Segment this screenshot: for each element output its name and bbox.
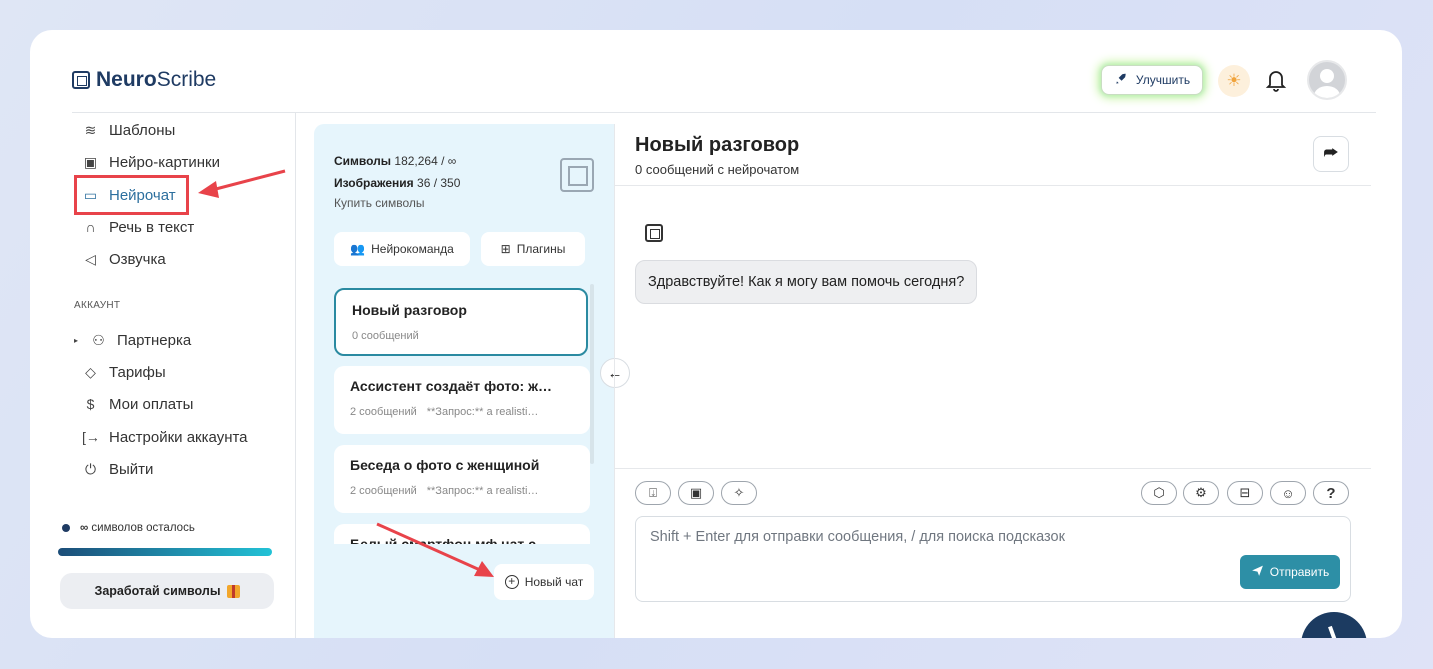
upgrade-button[interactable]: Улучшить xyxy=(1101,65,1203,95)
logo-icon xyxy=(560,158,594,192)
annotation-highlight-box xyxy=(74,175,189,215)
sidebar-item-payments[interactable]: $ Мои оплаты xyxy=(82,393,194,415)
send-icon xyxy=(1251,564,1264,580)
power-icon: ⏻ xyxy=(84,460,97,477)
status-dot xyxy=(62,524,70,532)
input-divider xyxy=(615,468,1371,469)
attach-image-button[interactable]: ▣ xyxy=(678,481,714,505)
support-fab-button[interactable] xyxy=(1301,612,1367,638)
logo-icon xyxy=(72,71,90,89)
account-section-label: АККАУНТ xyxy=(74,300,121,311)
bot-button[interactable]: ☺ xyxy=(1270,481,1306,505)
header-divider xyxy=(72,112,1376,113)
sidebar-item-partners[interactable]: ▸ ⚇ Партнерка xyxy=(72,329,191,351)
usage-stats: Символы 182,264 / ∞ Изображения 36 / 350 xyxy=(334,154,461,190)
dollar-icon: $ xyxy=(86,396,95,412)
plugin-button[interactable]: ⬡ xyxy=(1141,481,1177,505)
app-window: NeuroScribe Улучшить ☀ ≋ Шаблоны ▣ Нейро… xyxy=(30,30,1402,638)
headphones-icon: ∩ xyxy=(85,219,96,235)
symbols-remaining: ∞ символов осталось xyxy=(62,522,195,534)
chat-subtitle: 0 сообщений с нейрочатом xyxy=(635,162,800,177)
neuroteam-button[interactable]: 👥 Нейрокоманда xyxy=(334,232,470,266)
bell-icon[interactable] xyxy=(1264,67,1288,93)
upload-file-button[interactable]: ⍗ xyxy=(635,481,671,505)
users-icon: ⚇ xyxy=(92,331,105,348)
chat-list-panel: Символы 182,264 / ∞ Изображения 36 / 350… xyxy=(314,124,614,638)
sidebar-item-speech-to-text[interactable]: ∩ Речь в текст xyxy=(82,216,194,238)
magic-wand-button[interactable]: ✧ xyxy=(721,481,757,505)
chat-area: Новый разговор 0 сообщений с нейрочатом … xyxy=(614,124,1371,638)
caret-right-icon: ▸ xyxy=(73,335,78,345)
layout-button[interactable]: ⊟ xyxy=(1227,481,1263,505)
new-chat-button[interactable]: + Новый чат xyxy=(494,564,594,600)
users-icon: 👥 xyxy=(350,242,366,256)
layers-icon: ≋ xyxy=(84,121,97,138)
sidebar-item-account-settings[interactable]: [→ Настройки аккаунта xyxy=(82,426,248,448)
puzzle-icon: ⬡ xyxy=(1153,485,1165,500)
sidebar-item-voiceover[interactable]: ◁ Озвучка xyxy=(82,248,166,270)
annotation-arrowhead-neurochat xyxy=(198,181,219,198)
image-icon: ▣ xyxy=(83,153,98,170)
theme-toggle-sun-icon[interactable]: ☀ xyxy=(1218,65,1250,97)
buy-symbols-link[interactable]: Купить символы xyxy=(334,196,425,210)
send-button[interactable]: Отправить xyxy=(1240,555,1340,589)
annotation-arrow-neurochat xyxy=(211,169,286,192)
share-icon: ⮫ xyxy=(1323,145,1339,162)
rocket-icon xyxy=(1114,72,1128,89)
plugins-button[interactable]: ⊞ Плагины xyxy=(481,232,585,266)
magic-wand-icon: ✧ xyxy=(733,485,745,500)
avatar[interactable] xyxy=(1307,60,1347,100)
sidebar-divider xyxy=(295,112,296,638)
upload-icon: ⍗ xyxy=(649,485,657,500)
robot-icon: ☺ xyxy=(1281,485,1295,501)
gift-icon xyxy=(226,584,240,598)
assistant-message: Здравствуйте! Как я могу вам помочь сего… xyxy=(635,260,978,304)
tag-icon: ◇ xyxy=(85,363,96,380)
grid-icon: ⊞ xyxy=(500,242,511,256)
chat-item[interactable]: Ассистент создаёт фото: ж… 2 сообщений **… xyxy=(334,366,590,434)
symbols-progress-bar xyxy=(58,548,272,556)
sidebar-item-templates[interactable]: ≋ Шаблоны xyxy=(82,119,176,141)
sidebar-item-logout[interactable]: ⏻ Выйти xyxy=(82,458,153,480)
settings-button[interactable]: ⚙ xyxy=(1183,481,1219,505)
chat-list-overflow: Белый смартфон мф чат с… xyxy=(314,524,614,544)
chat-item[interactable]: Беседа о фото с женщиной 2 сообщений **За… xyxy=(334,445,590,513)
bot-avatar-icon xyxy=(645,224,663,242)
gear-icon: ⚙ xyxy=(1195,485,1207,500)
brand-logo[interactable]: NeuroScribe xyxy=(72,68,216,92)
chat-header-divider xyxy=(615,185,1371,186)
chat-title: Новый разговор xyxy=(635,134,800,156)
chat-list-scrollbar[interactable] xyxy=(590,284,594,464)
help-button[interactable]: ? xyxy=(1313,481,1349,505)
earn-symbols-button[interactable]: Заработай символы xyxy=(60,573,274,609)
message-input-box: Отправить xyxy=(635,516,1351,602)
speaker-icon: ◁ xyxy=(85,250,96,267)
chat-item[interactable]: Белый смартфон мф чат с… xyxy=(334,524,590,544)
sidebar-item-tariffs[interactable]: ◇ Тарифы xyxy=(82,361,166,383)
share-button[interactable]: ⮫ xyxy=(1313,136,1349,172)
message-input[interactable] xyxy=(650,529,1230,559)
logout-arrow-icon: [→ xyxy=(82,429,100,445)
image-icon: ▣ xyxy=(689,485,703,500)
layout-icon: ⊟ xyxy=(1239,485,1251,500)
sidebar-item-neuro-images[interactable]: ▣ Нейро-картинки xyxy=(82,151,220,173)
plus-circle-icon: + xyxy=(504,575,519,589)
chat-item-active[interactable]: Новый разговор 0 сообщений xyxy=(334,288,588,356)
